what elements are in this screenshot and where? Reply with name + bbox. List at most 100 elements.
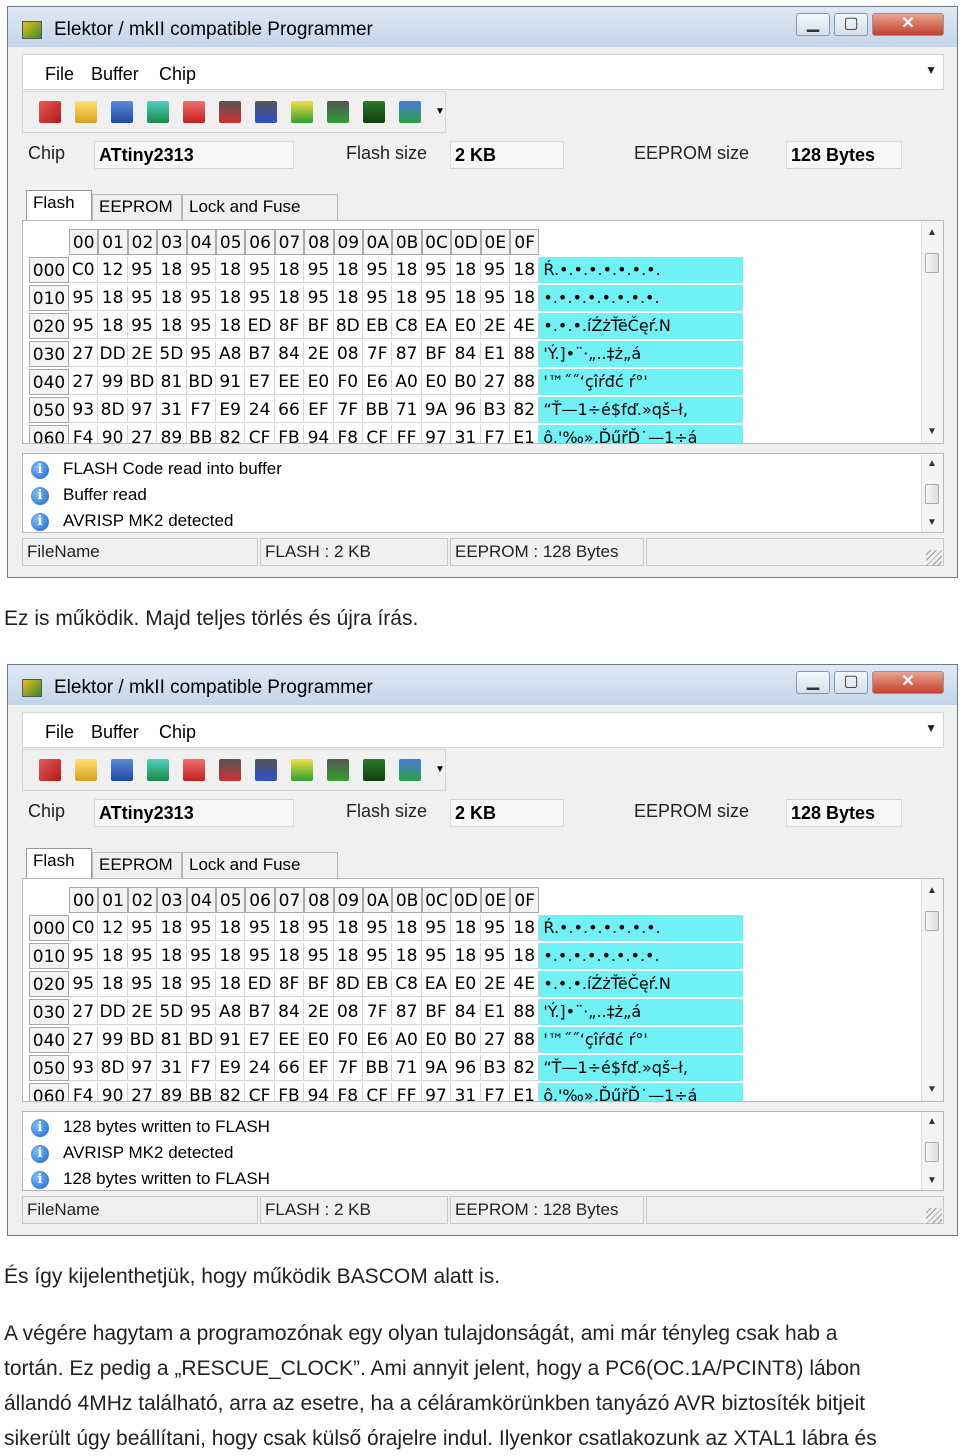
hex-ascii-cell[interactable]: '™˝˝‘çîŕđć ŕ°'	[539, 369, 744, 395]
hex-byte-cell[interactable]: 27	[69, 999, 99, 1025]
hex-byte-cell[interactable]: 84	[451, 341, 481, 367]
hex-byte-cell[interactable]: EB	[363, 971, 393, 997]
hex-byte-cell[interactable]: FF	[392, 1083, 422, 1101]
erase-icon[interactable]	[39, 101, 61, 123]
scroll-down-icon[interactable]: ▼	[922, 1084, 942, 1095]
hex-byte-cell[interactable]: F8	[333, 1083, 363, 1101]
hex-scrollbar[interactable]: ▲ ▼	[921, 879, 943, 1101]
hex-ascii-cell[interactable]: •.•.•.•.•.•.•.•.	[539, 285, 744, 311]
tab-flash[interactable]: Flash	[26, 848, 92, 878]
hex-byte-cell[interactable]: 95	[245, 285, 275, 311]
hex-byte-cell[interactable]: E7	[245, 369, 275, 395]
hex-byte-cell[interactable]: B3	[480, 397, 510, 423]
hex-byte-cell[interactable]: BB	[363, 1055, 393, 1081]
menu-file[interactable]: File	[45, 64, 74, 85]
hex-byte-cell[interactable]: 31	[157, 397, 187, 423]
hex-byte-cell[interactable]: A8	[216, 341, 246, 367]
hex-byte-cell[interactable]: 7F	[333, 397, 363, 423]
hex-byte-cell[interactable]: F0	[333, 1027, 363, 1053]
hex-byte-cell[interactable]: 4E	[510, 971, 540, 997]
hex-byte-cell[interactable]: 95	[69, 943, 99, 969]
hex-byte-cell[interactable]: 95	[69, 285, 99, 311]
hex-byte-cell[interactable]: 18	[157, 257, 187, 283]
hex-byte-cell[interactable]: 7F	[333, 1055, 363, 1081]
scroll-down-icon[interactable]: ▼	[922, 517, 942, 528]
hex-byte-cell[interactable]: 88	[510, 999, 540, 1025]
hex-byte-cell[interactable]: E0	[304, 369, 334, 395]
hex-byte-cell[interactable]: 18	[216, 943, 246, 969]
hex-byte-cell[interactable]: 93	[69, 397, 99, 423]
hex-byte-cell[interactable]: E6	[363, 1027, 393, 1053]
hex-byte-cell[interactable]: 18	[451, 943, 481, 969]
hex-byte-cell[interactable]: 18	[157, 313, 187, 339]
hex-byte-cell[interactable]: 7F	[363, 341, 393, 367]
hex-byte-cell[interactable]: BD	[186, 369, 216, 395]
hex-byte-cell[interactable]: 2E	[304, 999, 334, 1025]
hex-byte-cell[interactable]: 84	[451, 999, 481, 1025]
hex-byte-cell[interactable]: ED	[245, 971, 275, 997]
hex-byte-cell[interactable]: 8F	[274, 313, 305, 339]
chip-green-icon[interactable]	[327, 759, 349, 781]
hex-ascii-cell[interactable]: Ŕ.•.•.•.•.•.•.•.	[539, 915, 744, 941]
write-chip-icon[interactable]	[183, 101, 205, 123]
hex-byte-cell[interactable]: 9A	[421, 1055, 452, 1081]
hex-byte-cell[interactable]: 95	[127, 313, 158, 339]
hex-scrollbar[interactable]: ▲ ▼	[921, 221, 943, 443]
scroll-up-icon[interactable]: ▲	[922, 458, 942, 469]
hex-byte-cell[interactable]: 5D	[157, 999, 187, 1025]
hex-byte-cell[interactable]: 18	[274, 257, 305, 283]
hex-ascii-cell[interactable]: ô.'‰»‚ĎűřĎ˙—1÷á	[539, 425, 744, 443]
hex-byte-cell[interactable]: F4	[69, 425, 99, 443]
hex-byte-cell[interactable]: 95	[480, 943, 510, 969]
hex-byte-cell[interactable]: E9	[216, 397, 246, 423]
hex-byte-cell[interactable]: 2E	[480, 971, 510, 997]
hex-byte-cell[interactable]: 95	[304, 285, 334, 311]
hex-byte-cell[interactable]: E7	[245, 1027, 275, 1053]
log-scrollbar[interactable]: ▲ ▼	[921, 1112, 943, 1190]
hex-byte-cell[interactable]: E0	[451, 313, 481, 339]
hex-byte-cell[interactable]: 12	[98, 257, 128, 283]
hex-byte-cell[interactable]: E0	[304, 1027, 334, 1053]
hex-byte-cell[interactable]: CF	[363, 425, 393, 443]
hex-byte-cell[interactable]: BF	[304, 313, 334, 339]
hex-ascii-cell[interactable]: •.•.•.íŹżŤëČęŕ.N	[539, 971, 744, 997]
hex-byte-cell[interactable]: 18	[98, 285, 128, 311]
hex-byte-cell[interactable]: 27	[127, 1083, 158, 1101]
hex-byte-cell[interactable]: 18	[333, 257, 363, 283]
hex-byte-cell[interactable]: 95	[421, 943, 452, 969]
hex-byte-cell[interactable]: 95	[363, 915, 393, 941]
hex-byte-cell[interactable]: A0	[392, 1027, 422, 1053]
hex-byte-cell[interactable]: 82	[510, 1055, 540, 1081]
hex-byte-cell[interactable]: CF	[363, 1083, 393, 1101]
hex-byte-cell[interactable]: 94	[304, 425, 334, 443]
hex-byte-cell[interactable]: E0	[451, 971, 481, 997]
hex-byte-cell[interactable]: 95	[127, 257, 158, 283]
write-chip-icon[interactable]	[183, 759, 205, 781]
hex-byte-cell[interactable]: 18	[392, 257, 422, 283]
hex-ascii-cell[interactable]: “Ť—1÷é$fď.»qš–ł‚	[539, 1055, 744, 1081]
hex-byte-cell[interactable]: 18	[510, 915, 540, 941]
hex-byte-cell[interactable]: 90	[98, 1083, 128, 1101]
hex-byte-cell[interactable]: 66	[274, 1055, 305, 1081]
verify-icon[interactable]	[291, 101, 313, 123]
hex-byte-cell[interactable]: 99	[98, 369, 128, 395]
read-chip-icon[interactable]	[147, 101, 169, 123]
hex-byte-cell[interactable]: B7	[245, 999, 275, 1025]
hex-byte-cell[interactable]: 82	[216, 425, 246, 443]
hex-byte-cell[interactable]: 18	[216, 313, 246, 339]
hex-byte-cell[interactable]: FB	[274, 425, 305, 443]
save-icon[interactable]	[111, 101, 133, 123]
hex-byte-cell[interactable]: 82	[510, 397, 540, 423]
read-chip-icon[interactable]	[147, 759, 169, 781]
hex-byte-cell[interactable]: 18	[98, 943, 128, 969]
hex-byte-cell[interactable]: FB	[274, 1083, 305, 1101]
menu-buffer[interactable]: Buffer	[91, 722, 139, 743]
hex-byte-cell[interactable]: E9	[216, 1055, 246, 1081]
hex-byte-cell[interactable]: 95	[186, 285, 216, 311]
hex-byte-cell[interactable]: CF	[245, 425, 275, 443]
program-red-icon[interactable]	[219, 101, 241, 123]
hex-byte-cell[interactable]: 18	[451, 915, 481, 941]
hex-byte-cell[interactable]: 2E	[480, 313, 510, 339]
hex-byte-cell[interactable]: F0	[333, 369, 363, 395]
hex-byte-cell[interactable]: F4	[69, 1083, 99, 1101]
